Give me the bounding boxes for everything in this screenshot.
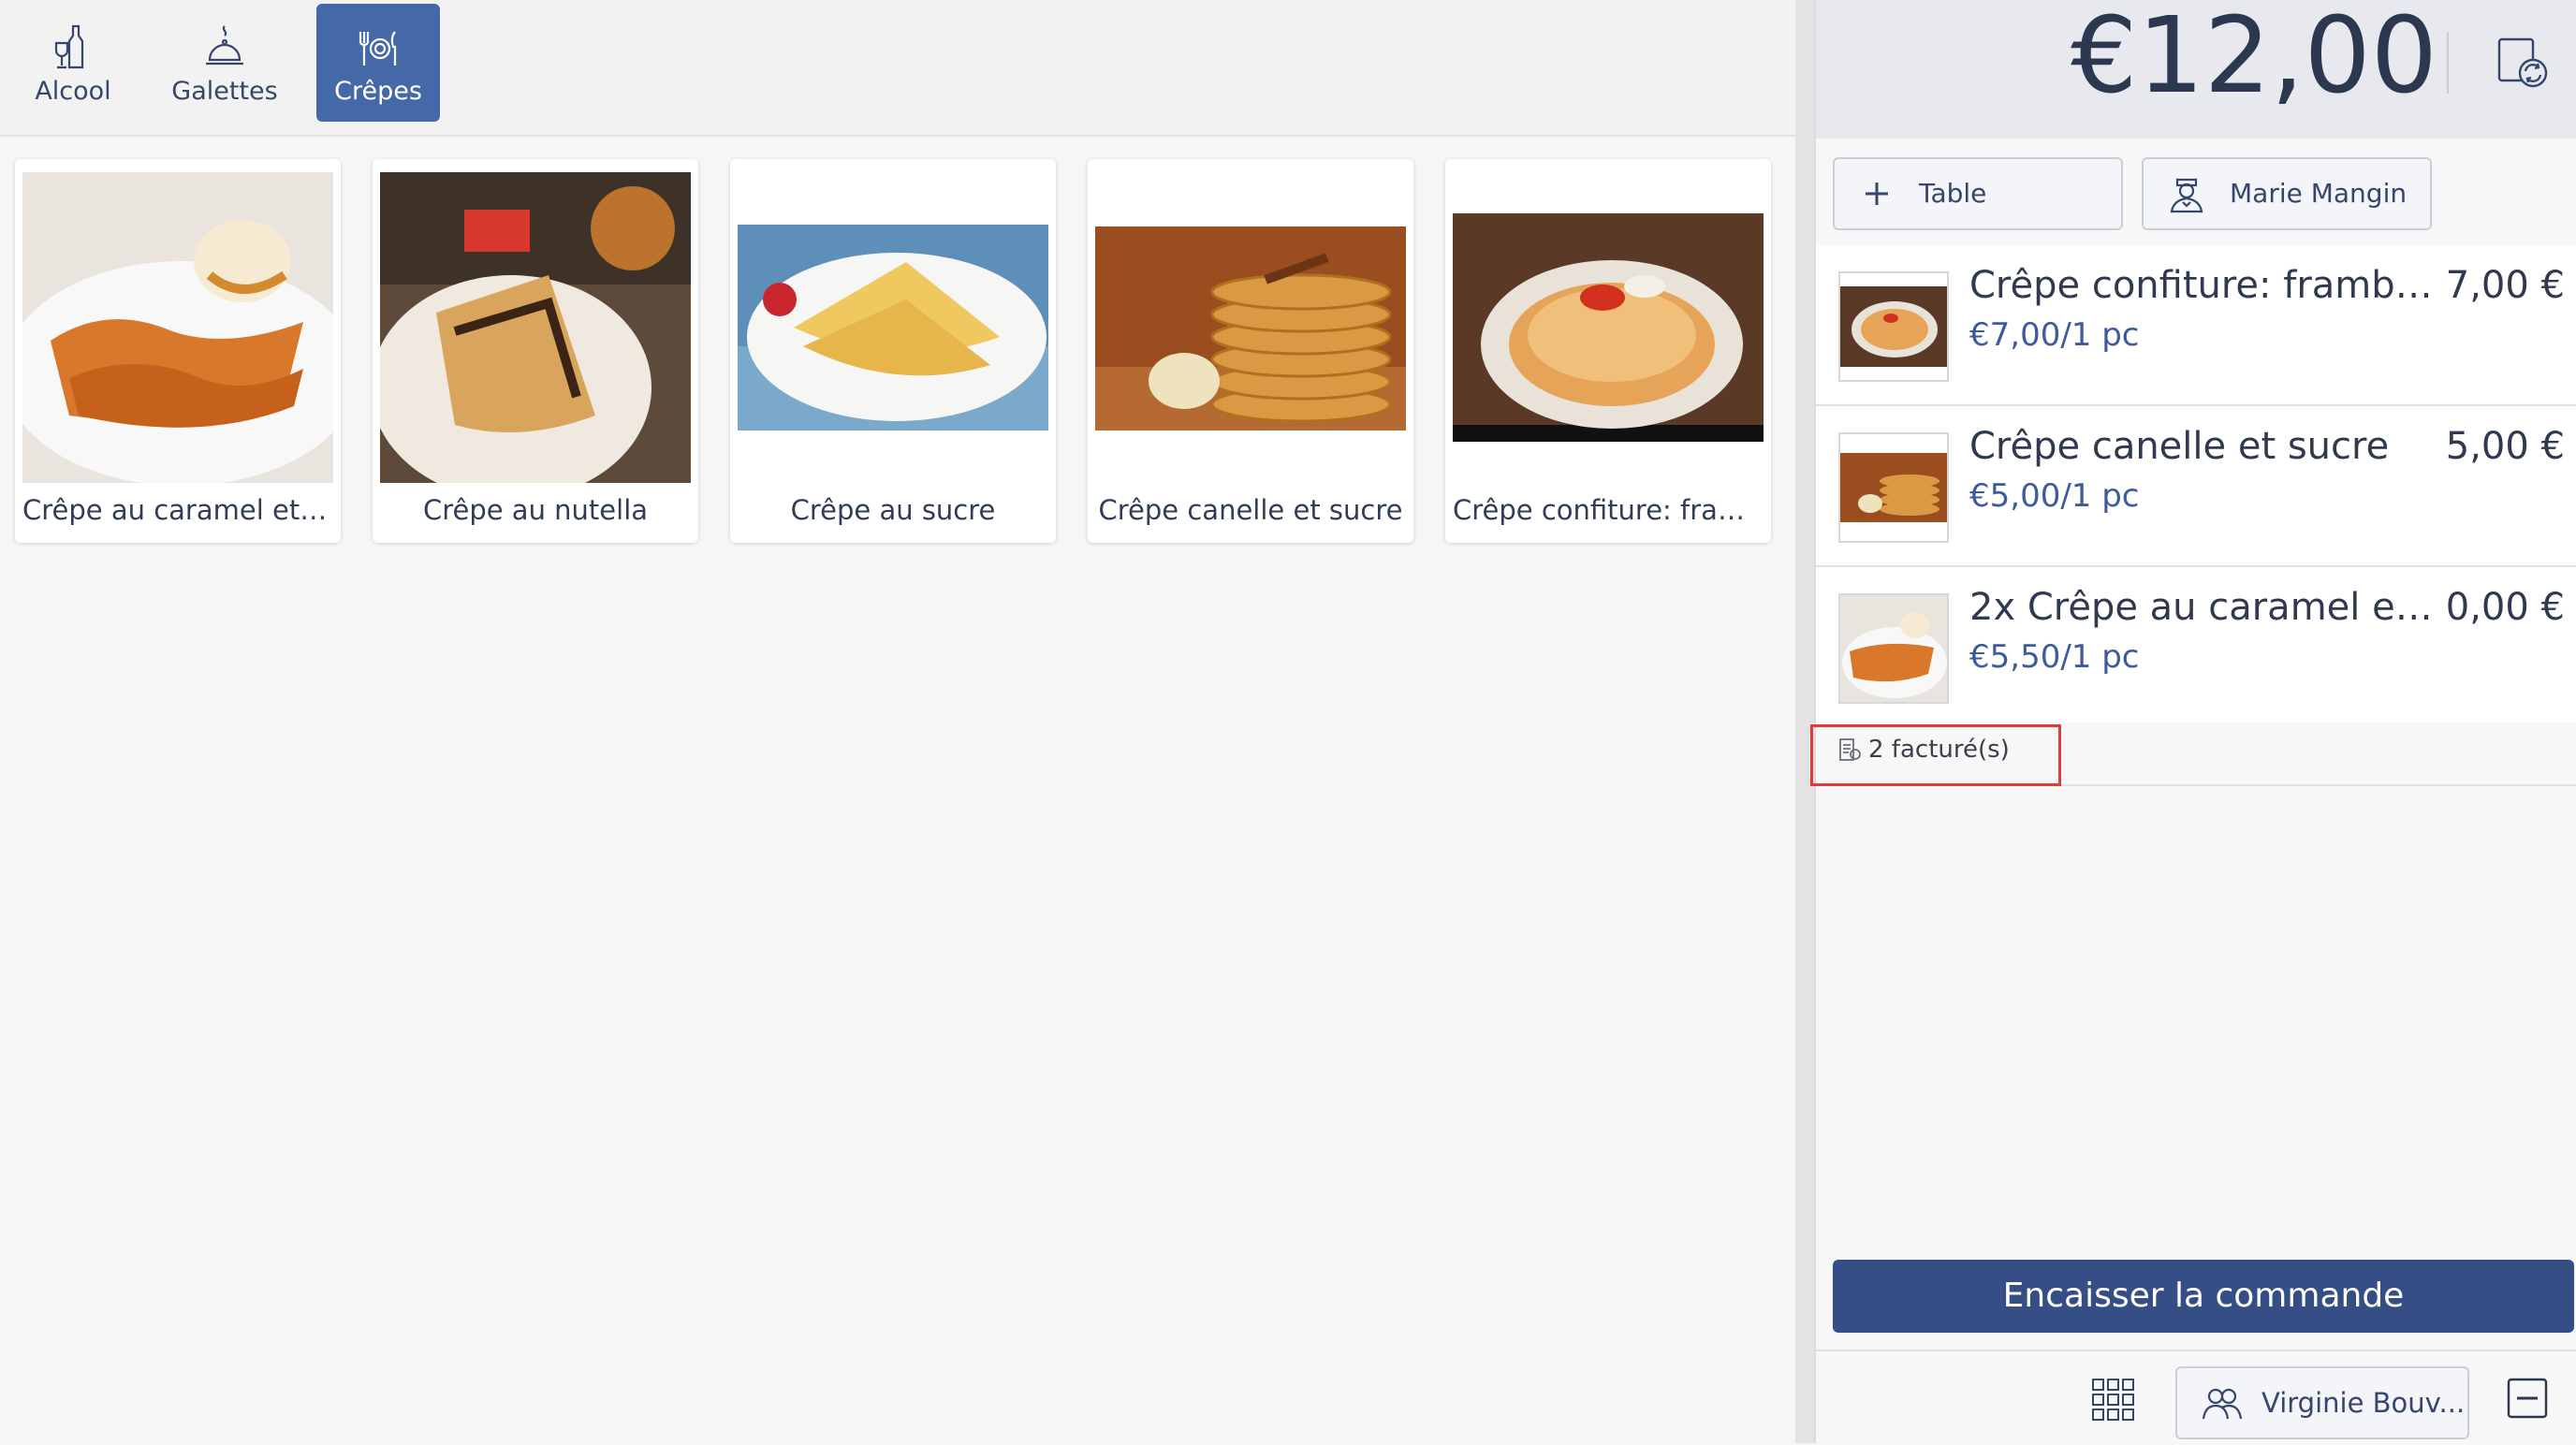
product-image (1453, 213, 1764, 442)
order-header: €12,00 (1816, 0, 2576, 139)
order-item-thumbnail (1838, 593, 1949, 704)
bottle-glass-icon (54, 24, 84, 69)
category-tab-galettes[interactable]: Galettes (163, 4, 286, 122)
product-card-canelle[interactable]: Crêpe canelle et sucre (1088, 159, 1413, 543)
order-item-unit-price: €5,00/1 pc (1969, 477, 2140, 515)
product-image (1095, 226, 1406, 431)
category-tab-crepes[interactable]: Crêpes (316, 4, 440, 122)
product-label: Crêpe au nutella (422, 494, 649, 526)
order-item[interactable]: 2x Crêpe au caramel et beu... 0,00 € €5,… (1816, 567, 2576, 728)
cloche-icon (206, 25, 243, 66)
product-pane: Alcool Galettes Crêpes Crêpe au caramel … (0, 0, 1795, 1443)
product-label: Crêpe confiture: fram... (1453, 494, 1764, 526)
order-item-price: 5,00 € (2445, 425, 2565, 468)
category-label: Crêpes (334, 77, 422, 106)
order-item[interactable]: Crêpe confiture: framboise... 7,00 € €7,… (1816, 245, 2576, 406)
order-item-name: Crêpe confiture: framboise... (1969, 264, 2447, 307)
order-item-name: 2x Crêpe au caramel et beu... (1969, 586, 2447, 629)
table-button[interactable]: Table (1833, 157, 2123, 230)
table-button-label: Table (1919, 178, 1987, 209)
pane-divider[interactable] (1795, 0, 1814, 1443)
order-item-unit-price: €7,00/1 pc (1969, 316, 2140, 354)
order-total: €12,00 (2071, 0, 2437, 117)
category-label: Galettes (171, 77, 278, 106)
product-card-caramel[interactable]: Crêpe au caramel et b... (15, 159, 341, 543)
product-image (22, 172, 333, 483)
category-tab-alcool[interactable]: Alcool (11, 4, 135, 122)
product-label: Crêpe au caramel et b... (22, 494, 333, 526)
order-item-unit-price: €5,50/1 pc (1969, 638, 2140, 676)
user-button[interactable]: Virginie Bouv... (2175, 1366, 2469, 1439)
order-item-thumbnail (1838, 432, 1949, 543)
user-button-label: Virginie Bouv... (2261, 1387, 2466, 1419)
transfer-order-icon[interactable] (2488, 28, 2554, 94)
product-card-confiture[interactable]: Crêpe confiture: fram... (1445, 159, 1771, 543)
minimize-icon[interactable] (2507, 1378, 2548, 1419)
order-item-name: Crêpe canelle et sucre (1969, 425, 2390, 468)
product-image (738, 225, 1048, 431)
users-icon (2202, 1388, 2243, 1420)
product-label: Crêpe au sucre (790, 494, 996, 526)
plus-icon (1866, 182, 1888, 205)
waiter-button-label: Marie Mangin (2230, 178, 2408, 209)
billed-note-row: 2 facturé(s) (1810, 722, 2576, 786)
receipt-icon (1839, 738, 1861, 761)
checkout-button[interactable]: Encaisser la commande (1833, 1260, 2574, 1333)
category-label: Alcool (35, 77, 111, 106)
order-item-price: 7,00 € (2445, 264, 2565, 307)
product-card-sucre[interactable]: Crêpe au sucre (730, 159, 1056, 543)
product-card-nutella[interactable]: Crêpe au nutella (373, 159, 698, 543)
order-item-thumbnail (1838, 271, 1949, 382)
fork-plate-knife-icon (359, 31, 397, 66)
grid-icon[interactable] (2091, 1378, 2136, 1423)
billed-note: 2 facturé(s) (1868, 736, 2010, 764)
waiter-button[interactable]: Marie Mangin (2142, 157, 2432, 230)
product-label: Crêpe canelle et sucre (1098, 494, 1403, 526)
waiter-icon (2170, 178, 2203, 213)
order-footer: Virginie Bouv... (1816, 1350, 2576, 1445)
order-item[interactable]: Crêpe canelle et sucre 5,00 € €5,00/1 pc (1816, 406, 2576, 567)
order-pane: €12,00 Table Marie Mangin Crêpe confitur… (1810, 0, 2576, 1445)
category-bar: Alcool Galettes Crêpes (0, 0, 1795, 137)
order-item-price: 0,00 € (2445, 586, 2565, 629)
product-image (380, 172, 691, 483)
header-separator (2447, 32, 2449, 94)
